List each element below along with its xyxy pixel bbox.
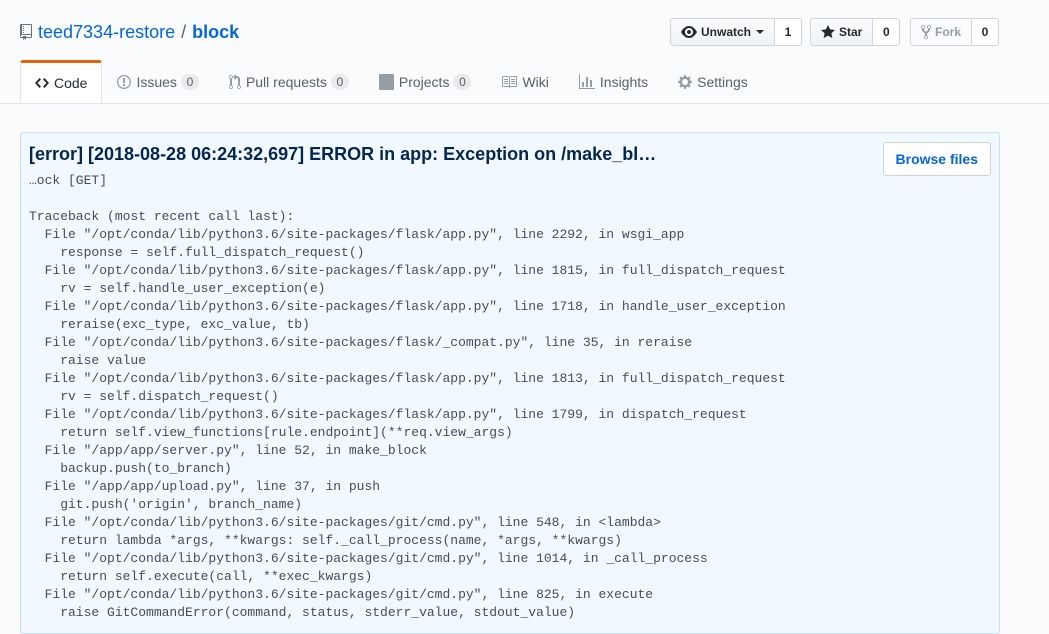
commit-title: [error] [2018-08-28 06:24:32,697] ERROR … — [29, 144, 657, 164]
issues-counter: 0 — [180, 74, 199, 90]
commit-description: …ock [GET] Traceback (most recent call l… — [29, 172, 786, 622]
project-icon — [378, 74, 394, 90]
desc-line: rv = self.handle_user_exception(e) — [29, 281, 326, 296]
repo-owner-link[interactable]: teed7334-restore — [38, 22, 175, 43]
projects-counter: 0 — [453, 74, 472, 90]
repo-forked-icon — [921, 24, 931, 40]
desc-line: response = self.full_dispatch_request() — [29, 245, 365, 260]
desc-line: reraise(exc_type, exc_value, tb) — [29, 317, 310, 332]
desc-line: File "/opt/conda/lib/python3.6/site-pack… — [29, 371, 786, 386]
tab-insights-label: Insights — [599, 74, 649, 90]
issue-opened-icon — [117, 75, 132, 89]
desc-line: File "/opt/conda/lib/python3.6/site-pack… — [29, 335, 693, 350]
tab-issues-label: Issues — [136, 74, 177, 90]
eye-icon — [681, 26, 697, 38]
pull-requests-counter: 0 — [330, 74, 349, 90]
tab-wiki-label: Wiki — [522, 74, 549, 90]
repo-nav: Code Issues 0 Pull requests 0 Projects 0… — [20, 60, 763, 103]
desc-line: File "/app/app/server.py", line 52, in m… — [29, 443, 427, 458]
desc-line: return self.execute(call, **exec_kwargs) — [29, 569, 373, 584]
repo-name-link[interactable]: block — [192, 22, 239, 43]
star-icon — [821, 25, 835, 38]
tab-issues[interactable]: Issues 0 — [102, 62, 213, 102]
caret-down-icon — [756, 30, 765, 34]
desc-line: File "/opt/conda/lib/python3.6/site-pack… — [29, 515, 661, 530]
desc-line: Traceback (most recent call last): — [29, 209, 295, 224]
desc-line: File "/opt/conda/lib/python3.6/site-pack… — [29, 263, 786, 278]
stargazers-count[interactable]: 0 — [873, 18, 901, 46]
tab-insights[interactable]: Insights — [564, 62, 663, 102]
fork-group: Fork 0 — [910, 18, 1000, 46]
star-label: Star — [839, 25, 863, 39]
desc-line: File "/opt/conda/lib/python3.6/site-pack… — [29, 407, 747, 422]
desc-line: File "/app/app/upload.py", line 37, in p… — [29, 479, 381, 494]
star-button[interactable]: Star — [810, 18, 874, 46]
path-separator: / — [181, 21, 187, 42]
desc-line: git.push('origin', branch_name) — [29, 497, 303, 512]
gear-icon — [678, 75, 693, 89]
repo-title: teed7334-restore / block — [20, 20, 239, 44]
desc-line: File "/opt/conda/lib/python3.6/site-pack… — [29, 227, 685, 242]
desc-line: rv = self.dispatch_request() — [29, 389, 279, 404]
star-group: Star 0 — [810, 18, 901, 46]
tab-code-label: Code — [54, 74, 88, 91]
tab-wiki[interactable]: Wiki — [486, 62, 563, 102]
desc-line: File "/opt/conda/lib/python3.6/site-pack… — [29, 299, 786, 314]
desc-line: backup.push(to_branch) — [29, 461, 232, 476]
tab-code[interactable]: Code — [20, 60, 103, 103]
tab-pull-requests-label: Pull requests — [245, 74, 327, 90]
fork-label: Fork — [935, 25, 962, 39]
code-icon — [35, 77, 49, 88]
repo-icon — [20, 24, 32, 40]
tab-settings-label: Settings — [697, 74, 748, 90]
watchers-count[interactable]: 1 — [775, 18, 803, 46]
desc-line: raise value — [29, 353, 147, 368]
desc-line: File "/opt/conda/lib/python3.6/site-pack… — [29, 587, 654, 602]
repo-header: teed7334-restore / block Unwatch 1 Star … — [0, 0, 1049, 104]
desc-line: …ock [GET] — [29, 173, 108, 188]
unwatch-button[interactable]: Unwatch — [670, 18, 776, 46]
desc-line: raise GitCommandError(command, status, s… — [29, 605, 576, 620]
commit-box: [error] [2018-08-28 06:24:32,697] ERROR … — [20, 132, 1000, 634]
tab-projects-label: Projects — [398, 74, 450, 90]
tab-projects[interactable]: Projects 0 — [364, 62, 487, 102]
git-pull-request-icon — [228, 74, 241, 90]
desc-line: return self.view_functions[rule.endpoint… — [29, 425, 513, 440]
forks-count[interactable]: 0 — [972, 18, 1000, 46]
tab-pull-requests[interactable]: Pull requests 0 — [214, 62, 364, 102]
desc-line: File "/opt/conda/lib/python3.6/site-pack… — [29, 551, 708, 566]
watch-group: Unwatch 1 — [670, 18, 803, 46]
tab-settings[interactable]: Settings — [663, 62, 763, 102]
desc-line: return lambda *args, **kwargs: self._cal… — [29, 533, 622, 548]
browse-files-button[interactable]: Browse files — [882, 142, 991, 176]
graph-icon — [578, 74, 595, 89]
fork-button[interactable]: Fork — [910, 18, 973, 46]
book-icon — [502, 76, 518, 88]
unwatch-label: Unwatch — [701, 25, 752, 39]
